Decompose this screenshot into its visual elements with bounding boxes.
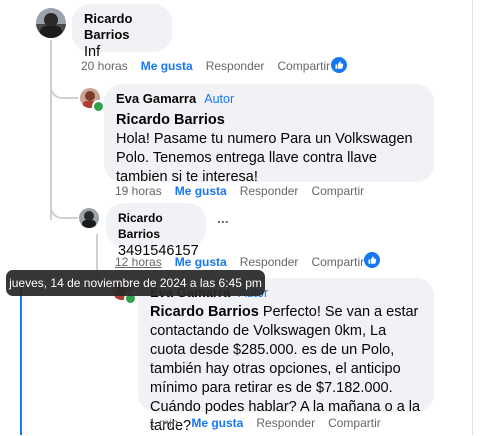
comment-author-line: Eva Gamarra Autor <box>116 91 422 107</box>
avatar-ricardo[interactable] <box>79 208 99 228</box>
comment-body: Hola! Pasame tu numero Para un Volkswage… <box>116 131 413 185</box>
share-button[interactable]: Compartir <box>311 255 364 269</box>
reply-button[interactable]: Responder <box>256 416 315 430</box>
thread-line-active <box>20 284 22 435</box>
like-reaction-icon[interactable] <box>364 252 380 268</box>
avatar-ricardo[interactable] <box>36 8 66 38</box>
comment-bubble: Eva GamarraAutor Ricardo Barrios Perfect… <box>138 278 434 434</box>
like-button[interactable]: Me gusta <box>141 59 193 73</box>
comment-actions: 20 horas Me gusta Responder Compartir <box>81 59 343 73</box>
like-reaction-icon[interactable] <box>331 57 347 73</box>
comment-author[interactable]: Ricardo Barrios <box>84 11 160 43</box>
thread-line-branch-2 <box>50 195 78 219</box>
share-button[interactable]: Compartir <box>328 416 381 430</box>
mention-link[interactable]: Ricardo Barrios <box>116 111 422 130</box>
avatar-image <box>36 8 66 38</box>
like-button[interactable]: Me gusta <box>191 416 243 430</box>
comment-bubble: Ricardo Barrios Inf <box>72 4 172 60</box>
comment-time[interactable]: 1 min <box>149 416 178 430</box>
comment-actions: 19 horas Me gusta Responder Compartir <box>115 184 377 198</box>
share-button[interactable]: Compartir <box>311 184 364 198</box>
thread-line-right-edge <box>472 0 473 435</box>
share-button[interactable]: Compartir <box>277 59 330 73</box>
comment-actions: 1 min Me gusta Responder Compartir <box>149 416 394 430</box>
reply-button[interactable]: Responder <box>240 255 299 269</box>
comment-time[interactable]: 12 horas <box>115 255 162 269</box>
more-options-icon[interactable]: ... <box>217 210 229 226</box>
mention-link[interactable]: Ricardo Barrios <box>150 304 259 320</box>
comment-text: Ricardo Barrios Hola! Pasame tu numero P… <box>116 111 422 187</box>
comment-time[interactable]: 19 horas <box>115 184 162 198</box>
comment-bubble: Ricardo Barrios 3491546157 <box>106 203 206 259</box>
reply-button[interactable]: Responder <box>240 184 299 198</box>
thread-line-branch-1 <box>50 75 78 99</box>
thread-line-main <box>50 40 52 220</box>
avatar-image <box>79 208 99 228</box>
timestamp-tooltip: jueves, 14 de noviembre de 2024 a las 6:… <box>6 270 265 296</box>
reply-button[interactable]: Responder <box>206 59 265 73</box>
comment-time[interactable]: 20 horas <box>81 59 128 73</box>
like-button[interactable]: Me gusta <box>175 255 227 269</box>
author-badge: Autor <box>204 92 235 106</box>
comment-actions: 12 horas Me gusta Responder Compartir <box>115 255 377 269</box>
like-button[interactable]: Me gusta <box>175 184 227 198</box>
comment-bubble: Eva Gamarra Autor Ricardo Barrios Hola! P… <box>104 84 434 185</box>
comment-author[interactable]: Eva Gamarra <box>116 91 196 106</box>
comment-author[interactable]: Ricardo Barrios <box>118 210 194 242</box>
comment-body: Perfecto! Se van a estar contactando de … <box>150 304 421 434</box>
